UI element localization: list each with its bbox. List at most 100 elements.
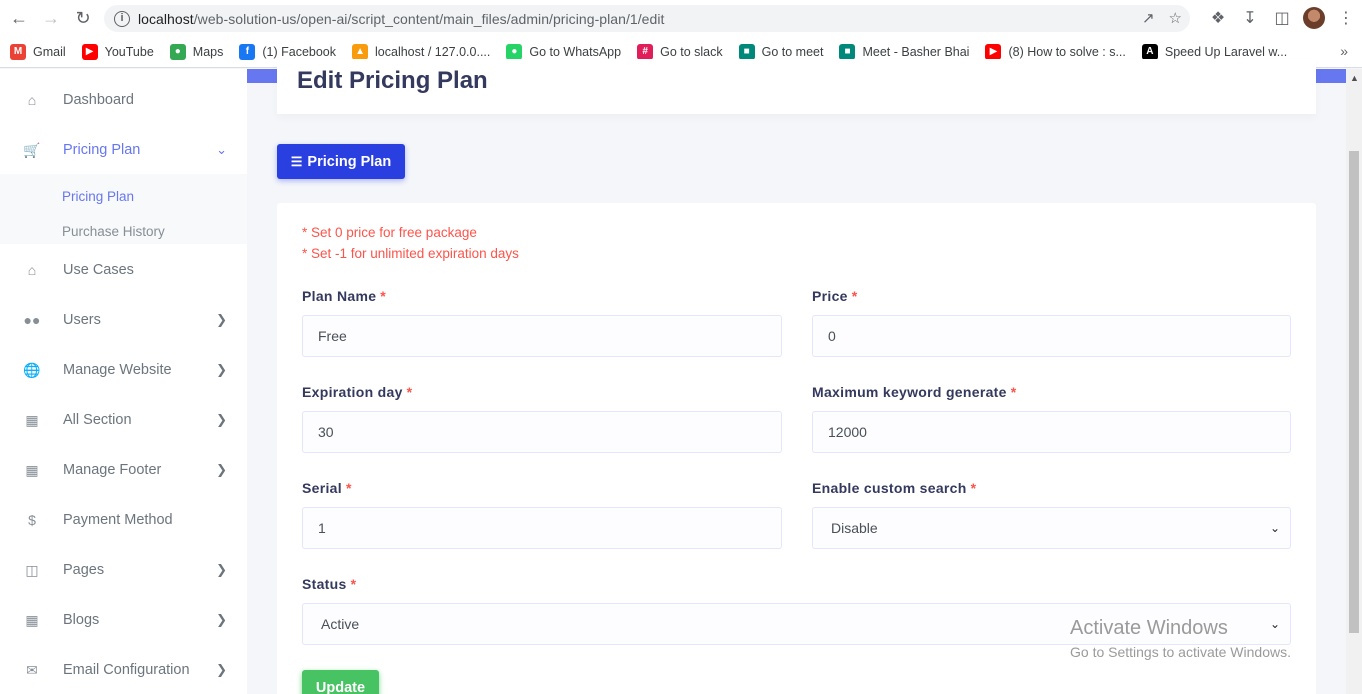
bookmark-item[interactable]: ▲ localhost / 127.0.0.... <box>352 43 491 60</box>
sidebar-item-pages[interactable]: ◫ Pages ❯ <box>0 545 247 595</box>
chevron-right-icon: ❯ <box>216 612 227 627</box>
bookmark-label: Maps <box>192 44 224 59</box>
chevron-right-icon: ❯ <box>216 412 227 427</box>
sidebar-item-label: Manage Website <box>63 362 172 378</box>
download-icon[interactable]: ↧ <box>1234 4 1266 32</box>
kebab-menu-icon[interactable]: ⋮ <box>1330 4 1362 32</box>
sidebar: ⌂ Dashboard 🛒 Pricing Plan ⌄ Pricing Pla… <box>0 69 247 694</box>
gmail-icon: M <box>10 43 26 60</box>
required-mark: * <box>1010 384 1017 400</box>
bookmark-label: Meet - Basher Bhai <box>862 44 970 59</box>
home-icon: ⌂ <box>27 262 37 278</box>
grid-icon: ▦ <box>25 411 39 428</box>
sidebar-item-email-configuration[interactable]: ✉ Email Configuration ❯ <box>0 645 247 694</box>
expiration-day-input[interactable]: 30 <box>302 411 782 453</box>
bookmark-item[interactable]: ■ Meet - Basher Bhai <box>839 43 970 60</box>
bookmark-item[interactable]: M Gmail <box>10 43 66 60</box>
sidebar-item-label: All Section <box>63 412 132 428</box>
sidebar-item-label: Pricing Plan <box>63 142 141 158</box>
chevron-right-icon: ❯ <box>216 462 227 477</box>
address-bar[interactable]: i localhost/web-solution-us/open-ai/scri… <box>104 5 1190 32</box>
chevron-right-icon: ❯ <box>216 562 227 577</box>
note-unlimited-expiration: * Set -1 for unlimited expiration days <box>302 246 519 261</box>
scroll-up-arrow-icon[interactable]: ▲ <box>1350 73 1359 83</box>
custom-search-select[interactable]: Disable ⌄ <box>812 507 1291 549</box>
globe-icon: 🌐 <box>23 361 41 378</box>
bookmark-label: localhost / 127.0.0.... <box>375 44 491 59</box>
submenu-item-pricing-plan[interactable]: Pricing Plan <box>62 189 134 204</box>
status-label-text: Status <box>302 576 347 592</box>
profile-avatar-button[interactable] <box>1298 4 1330 32</box>
sidebar-item-all-section[interactable]: ▦ All Section ❯ <box>0 395 247 445</box>
bookmark-item[interactable]: f (1) Facebook <box>239 43 336 60</box>
sidebar-item-manage-footer[interactable]: ▦ Manage Footer ❯ <box>0 445 247 495</box>
facebook-icon: f <box>239 43 256 60</box>
users-icon: ●● <box>23 312 41 328</box>
header-accent-right <box>1316 69 1346 83</box>
status-selected-value: Active <box>321 616 360 632</box>
max-keyword-input[interactable]: 12000 <box>812 411 1291 453</box>
page-scrollbar[interactable]: ▲ <box>1346 69 1362 694</box>
bookmark-star-icon[interactable]: ☆ <box>1169 9 1182 27</box>
price-input[interactable]: 0 <box>812 315 1291 357</box>
sidebar-item-blogs[interactable]: ▦ Blogs ❯ <box>0 595 247 645</box>
submenu-item-purchase-history[interactable]: Purchase History <box>62 224 165 239</box>
dollar-icon: $ <box>28 512 36 528</box>
note-free-package: * Set 0 price for free package <box>302 225 477 240</box>
bookmark-label: Gmail <box>33 44 66 59</box>
bookmark-item[interactable]: ▶ YouTube <box>81 43 154 60</box>
sidebar-item-manage-website[interactable]: 🌐 Manage Website ❯ <box>0 345 247 395</box>
envelope-icon: ✉ <box>26 661 38 678</box>
sidebar-item-users[interactable]: ●● Users ❯ <box>0 295 247 345</box>
site-info-icon[interactable]: i <box>114 10 130 27</box>
custom-search-label-text: Enable custom search <box>812 480 967 496</box>
max-keyword-label: Maximum keyword generate * <box>812 384 1016 400</box>
list-icon: ☰ <box>290 153 303 169</box>
extensions-icon[interactable]: ❖ <box>1202 4 1234 32</box>
slack-icon: # <box>637 43 654 60</box>
bookmark-item[interactable]: A Speed Up Laravel w... <box>1141 43 1287 60</box>
required-mark: * <box>350 576 357 592</box>
bookmark-item[interactable]: ● Maps <box>169 43 224 60</box>
plan-name-input[interactable]: Free <box>302 315 782 357</box>
avatar <box>1303 7 1325 29</box>
price-label-text: Price <box>812 288 848 304</box>
required-mark: * <box>970 480 977 496</box>
bookmark-item[interactable]: # Go to slack <box>637 43 723 60</box>
forward-arrow-icon[interactable]: → <box>35 2 67 34</box>
chevron-right-icon: ❯ <box>216 312 227 327</box>
chevron-down-icon: ⌄ <box>216 142 227 157</box>
sidebar-item-use-cases[interactable]: ⌂ Use Cases <box>0 245 247 295</box>
status-label: Status * <box>302 576 356 592</box>
expiration-day-label: Expiration day * <box>302 384 412 400</box>
reload-icon[interactable]: ↻ <box>67 2 99 34</box>
bookmark-item[interactable]: ▶ (8) How to solve : s... <box>985 43 1126 60</box>
pricing-plan-list-button[interactable]: ☰ Pricing Plan <box>277 144 405 179</box>
serial-label-text: Serial <box>302 480 342 496</box>
share-icon[interactable]: ↗ <box>1142 9 1155 27</box>
custom-search-selected-value: Disable <box>831 520 878 536</box>
cart-icon: 🛒 <box>23 141 41 158</box>
chevron-right-icon: ❯ <box>216 662 227 677</box>
sidebar-item-pricing-plan[interactable]: 🛒 Pricing Plan ⌄ <box>0 125 247 175</box>
bookmark-item[interactable]: ● Go to WhatsApp <box>506 43 621 60</box>
maps-icon: ● <box>169 43 186 60</box>
plan-name-label: Plan Name * <box>302 288 386 304</box>
scrollbar-thumb[interactable] <box>1349 151 1359 633</box>
required-mark: * <box>851 288 858 304</box>
sidebar-item-label: Manage Footer <box>63 462 162 478</box>
update-button[interactable]: Update <box>302 670 379 694</box>
custom-search-label: Enable custom search * <box>812 480 976 496</box>
back-arrow-icon[interactable]: ← <box>3 2 35 34</box>
grid-icon: ▦ <box>25 461 39 478</box>
sidebar-item-label: Pages <box>63 562 105 578</box>
sidebar-item-dashboard[interactable]: ⌂ Dashboard <box>0 75 247 125</box>
serial-input[interactable]: 1 <box>302 507 782 549</box>
sidebar-item-payment-method[interactable]: $ Payment Method <box>0 495 247 545</box>
plan-name-label-text: Plan Name <box>302 288 377 304</box>
pricing-plan-submenu: Pricing Plan Purchase History <box>0 174 247 244</box>
side-panel-icon[interactable]: ◫ <box>1266 4 1298 32</box>
bookmarks-overflow-icon[interactable]: » <box>1340 43 1348 59</box>
activate-windows-watermark: Activate Windows Go to Settings to activ… <box>1070 617 1291 660</box>
bookmark-item[interactable]: ■ Go to meet <box>738 43 823 60</box>
